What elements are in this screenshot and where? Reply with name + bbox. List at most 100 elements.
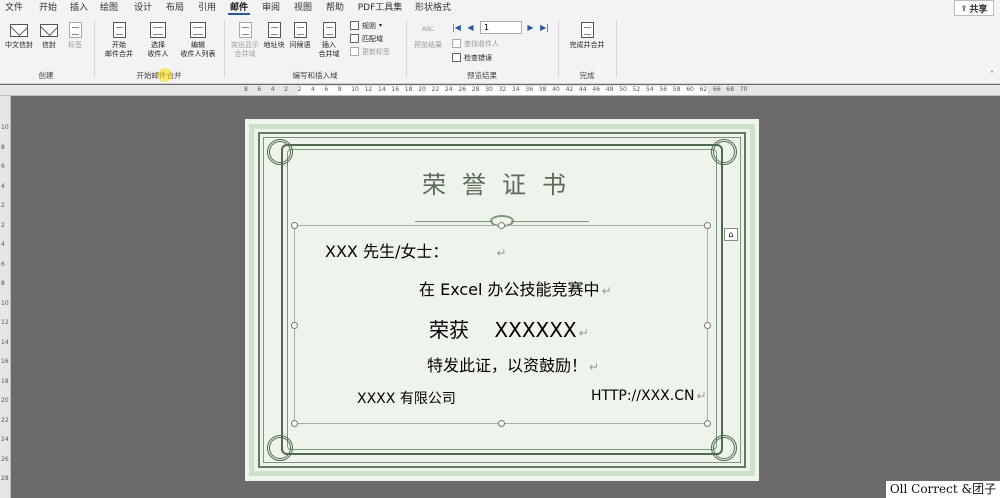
chinese-envelope-button[interactable]: 中文信封 bbox=[2, 22, 36, 50]
ruler-tick-label: 66 bbox=[713, 86, 721, 93]
start-mail-merge-button[interactable]: 开始 邮件合并 bbox=[98, 22, 140, 59]
award-line: 荣获 XXXXXX ↵ bbox=[429, 318, 589, 342]
tab-layout[interactable]: 布局 bbox=[164, 2, 186, 15]
record-number-input[interactable]: 1 bbox=[480, 21, 522, 34]
group-preview-results: ABC 预览结果 |◀ ◀ 1 ▶ ▶| 查找收件人 检查错误 预览结果 bbox=[408, 16, 556, 84]
recipient-list-icon bbox=[149, 22, 167, 38]
address-block-button[interactable]: 地址块 bbox=[262, 22, 286, 50]
ruler-tick-label: 2 bbox=[284, 86, 289, 93]
tab-references[interactable]: 引用 bbox=[196, 2, 218, 15]
match-fields-icon bbox=[350, 34, 359, 43]
greeting-line-button[interactable]: 问候语 bbox=[288, 22, 312, 50]
certificate-textbox[interactable]: XXX 先生/女士： ↵ 在 Excel 办公技能竞赛中 ↵ 荣获 XXXXXX ↵ … bbox=[291, 222, 711, 427]
insert-merge-field-button[interactable]: 插入 合并域 bbox=[314, 22, 344, 59]
horizontal-ruler[interactable]: 8 6 4 2 2 4 6 8 10 12 14 16 18 20 22 24 26 28 30 32 34 36 38 40… bbox=[0, 85, 1000, 96]
tab-design[interactable]: 设计 bbox=[132, 2, 154, 15]
tab-review[interactable]: 审阅 bbox=[260, 2, 282, 15]
group-label-finish: 完成 bbox=[579, 71, 595, 80]
match-fields-button[interactable]: 匹配域 bbox=[350, 33, 383, 44]
next-record-button[interactable]: ▶ bbox=[526, 22, 535, 33]
ruler-tick-label: 14 bbox=[1, 338, 9, 346]
envelope-icon bbox=[40, 22, 58, 38]
labels-button[interactable]: 标签 bbox=[64, 22, 86, 50]
ruler-tick-label: 6 bbox=[1, 260, 5, 268]
layout-options-icon[interactable]: ⌂ bbox=[724, 228, 738, 241]
resize-handle[interactable] bbox=[498, 222, 505, 229]
envelopes-button[interactable]: 信封 bbox=[38, 22, 60, 50]
ruler-tick-label: 6 bbox=[1, 163, 5, 170]
resize-handle[interactable] bbox=[704, 420, 711, 427]
tab-file[interactable]: 文件 bbox=[4, 2, 24, 15]
labels-icon bbox=[66, 22, 84, 38]
insert-field-icon bbox=[320, 22, 338, 38]
tab-home[interactable]: 开始 bbox=[36, 2, 60, 15]
last-record-button[interactable]: ▶| bbox=[540, 22, 549, 33]
previous-record-button[interactable]: ◀ bbox=[466, 22, 475, 33]
first-record-button[interactable]: |◀ bbox=[452, 22, 461, 33]
ruler-tick-label: 38 bbox=[538, 86, 547, 93]
update-labels-button[interactable]: 更新标签 bbox=[350, 46, 390, 57]
company-name: XXXX 有限公司 bbox=[357, 391, 456, 407]
tab-mailings[interactable]: 邮件 bbox=[228, 2, 250, 15]
ruler-tick-label: 58 bbox=[672, 86, 681, 93]
ruler-tick-label: 56 bbox=[659, 86, 668, 93]
tab-shape-format[interactable]: 形状格式 bbox=[414, 2, 452, 15]
ruler-tick-label: 26 bbox=[1, 455, 9, 463]
ruler-tick-label: 50 bbox=[619, 86, 627, 93]
certificate-title: 荣誉证书 bbox=[422, 171, 582, 199]
resize-handle[interactable] bbox=[704, 322, 711, 329]
vertical-ruler[interactable]: 10 8 6 4 2 2 4 6 8 10 12 14 16 18 20 22 24 26 28 bbox=[0, 96, 11, 498]
ruler-tick-label: 62 bbox=[699, 86, 708, 93]
ruler-tick-label: 46 bbox=[592, 86, 601, 93]
check-errors-button[interactable]: 检查错误 bbox=[452, 52, 492, 63]
select-recipients-button[interactable]: 选择 收件人 bbox=[142, 22, 174, 59]
group-label-create: 创建 bbox=[38, 71, 54, 80]
ruler-tick-label: 4 bbox=[270, 86, 275, 93]
document-page[interactable]: 荣誉证书 XXX 先生/女士： ↵ 在 Excel 办公技能竞赛中 ↵ 荣获 XXX… bbox=[245, 119, 759, 481]
chevron-down-icon: ▾ bbox=[379, 22, 383, 29]
resize-handle[interactable] bbox=[498, 420, 505, 427]
address-block-icon bbox=[265, 22, 283, 38]
resize-handle[interactable] bbox=[291, 222, 298, 229]
finish-merge-button[interactable]: 完成并合并 bbox=[562, 22, 612, 50]
preview-results-button[interactable]: ABC 预览结果 bbox=[410, 22, 446, 50]
resize-handle[interactable] bbox=[291, 420, 298, 427]
tab-help[interactable]: 帮助 bbox=[324, 2, 346, 15]
check-errors-icon bbox=[452, 53, 461, 62]
divider bbox=[558, 20, 559, 78]
ruler-tick-label: 2 bbox=[297, 86, 302, 93]
ruler-tick-label: 48 bbox=[605, 86, 614, 93]
ruler-tick-label: 70 bbox=[739, 86, 748, 93]
resize-handle[interactable] bbox=[291, 322, 298, 329]
group-create: 中文信封 信封 标签 创建 bbox=[0, 16, 92, 84]
ruler-tick-label: 8 bbox=[1, 143, 5, 151]
company-url: HTTP://XXX.CN ↵ bbox=[591, 388, 707, 404]
collapse-ribbon-icon[interactable]: ˄ bbox=[990, 70, 994, 79]
ruler-tick-label: 18 bbox=[404, 86, 413, 93]
word-window: 文件 开始 插入 绘图 设计 布局 引用 邮件 审阅 视图 帮助 PDF工具集 … bbox=[0, 0, 1000, 498]
edit-list-icon bbox=[189, 22, 207, 38]
divider bbox=[406, 20, 407, 78]
ruler-tick-label: 28 bbox=[471, 86, 480, 93]
rules-button[interactable]: 规则 ▾ bbox=[350, 20, 382, 31]
find-recipient-button[interactable]: 查找收件人 bbox=[452, 38, 499, 49]
tab-insert[interactable]: 插入 bbox=[68, 2, 90, 15]
closing-line: 特发此证，以资鼓励！ ↵ bbox=[427, 356, 600, 375]
ruler-tick-label: 54 bbox=[646, 86, 654, 93]
highlight-merge-fields-button[interactable]: 突出显示 合并域 bbox=[228, 22, 262, 59]
tab-view[interactable]: 视图 bbox=[292, 2, 314, 15]
tab-draw[interactable]: 绘图 bbox=[98, 2, 120, 15]
resize-handle[interactable] bbox=[704, 222, 711, 229]
ruler-tick-label: 6 bbox=[257, 86, 262, 93]
edit-recipient-list-button[interactable]: 编辑 收件人列表 bbox=[178, 22, 218, 59]
mouse-cursor-icon bbox=[158, 68, 172, 84]
share-label: 共享 bbox=[969, 4, 988, 15]
ruler-tick-label: 44 bbox=[579, 86, 587, 93]
tab-pdf-tools[interactable]: PDF工具集 bbox=[356, 2, 404, 15]
finish-merge-icon bbox=[578, 22, 596, 38]
share-button[interactable]: ⇪ 共享 bbox=[954, 0, 994, 16]
mail-merge-icon bbox=[110, 22, 128, 38]
ruler-tick-label: 4 bbox=[1, 241, 5, 248]
corner-ornament bbox=[267, 435, 293, 461]
recipient-line: XXX 先生/女士： ↵ bbox=[325, 242, 507, 261]
